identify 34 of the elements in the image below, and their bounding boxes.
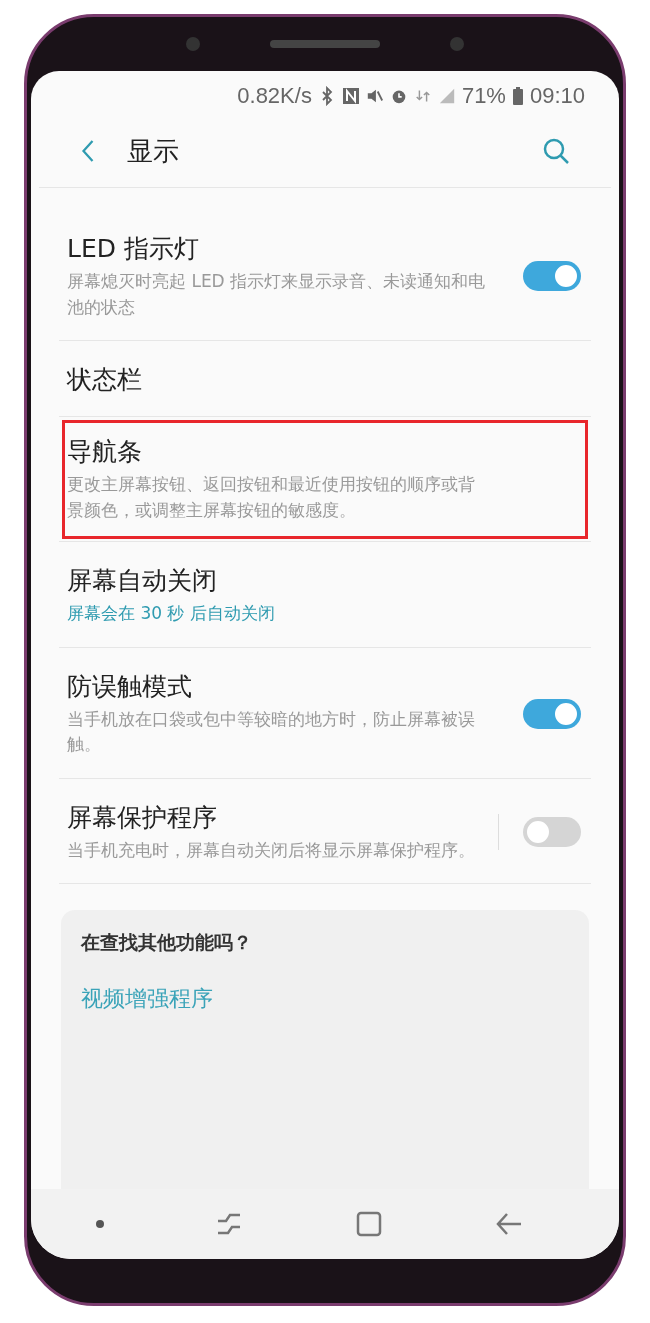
settings-item[interactable]: 屏幕自动关闭 屏幕会在 30 秒 后自动关闭: [59, 542, 591, 648]
toggle-switch[interactable]: [523, 816, 581, 847]
item-description: 更改主屏幕按钮、返回按钮和最近使用按钮的顺序或背景颜色，或调整主屏幕按钮的敏感度。: [67, 473, 476, 522]
nfc-icon: [341, 86, 360, 106]
item-title: 状态栏: [67, 364, 143, 396]
item-title: 导航条: [67, 436, 143, 468]
search-icon[interactable]: [541, 136, 571, 166]
dot-icon: [96, 1220, 104, 1228]
sensor-icon: [186, 37, 200, 51]
item-description: 当手机放在口袋或包中等较暗的地方时，防止屏幕被误触。: [67, 707, 476, 756]
item-value: 屏幕会在 30 秒 后自动关闭: [67, 602, 276, 625]
settings-item[interactable]: 导航条 更改主屏幕按钮、返回按钮和最近使用按钮的顺序或背景颜色，或调整主屏幕按钮的敏感度。: [59, 417, 591, 542]
battery-icon: [511, 86, 524, 106]
settings-item[interactable]: LED 指示灯 屏幕熄灭时亮起 LED 指示灯来显示录音、未读通知和电池的状态: [59, 188, 591, 341]
home-icon[interactable]: [354, 1209, 384, 1239]
settings-item[interactable]: 防误触模式 当手机放在口袋或包中等较暗的地方时，防止屏幕被误触。: [59, 647, 591, 779]
camera-icon: [450, 37, 464, 51]
toggle-switch[interactable]: [523, 261, 581, 291]
network-speed: 0.82K/s: [237, 83, 312, 109]
item-title: 屏幕保护程序: [67, 801, 218, 834]
settings-item[interactable]: 屏幕保护程序 当手机充电时，屏幕自动关闭后将显示屏幕保护程序。: [59, 778, 591, 884]
signal-icon: [437, 86, 456, 106]
item-title: LED 指示灯: [67, 233, 200, 265]
item-description: 屏幕熄灭时亮起 LED 指示灯来显示录音、未读通知和电池的状态: [67, 270, 487, 319]
clock: 09:10: [529, 83, 585, 109]
card-title: 在查找其他功能吗？: [81, 930, 253, 955]
settings-item[interactable]: 状态栏: [59, 341, 591, 417]
speaker-icon: [270, 40, 380, 48]
item-title: 防误触模式: [67, 670, 193, 703]
item-description: 当手机充电时，屏幕自动关闭后将显示屏幕保护程序。: [67, 838, 476, 862]
page-title: 显示: [127, 134, 180, 168]
item-title: 屏幕自动关闭: [67, 565, 218, 597]
battery-level: 71%: [461, 83, 506, 109]
toggle-switch[interactable]: [523, 698, 581, 729]
